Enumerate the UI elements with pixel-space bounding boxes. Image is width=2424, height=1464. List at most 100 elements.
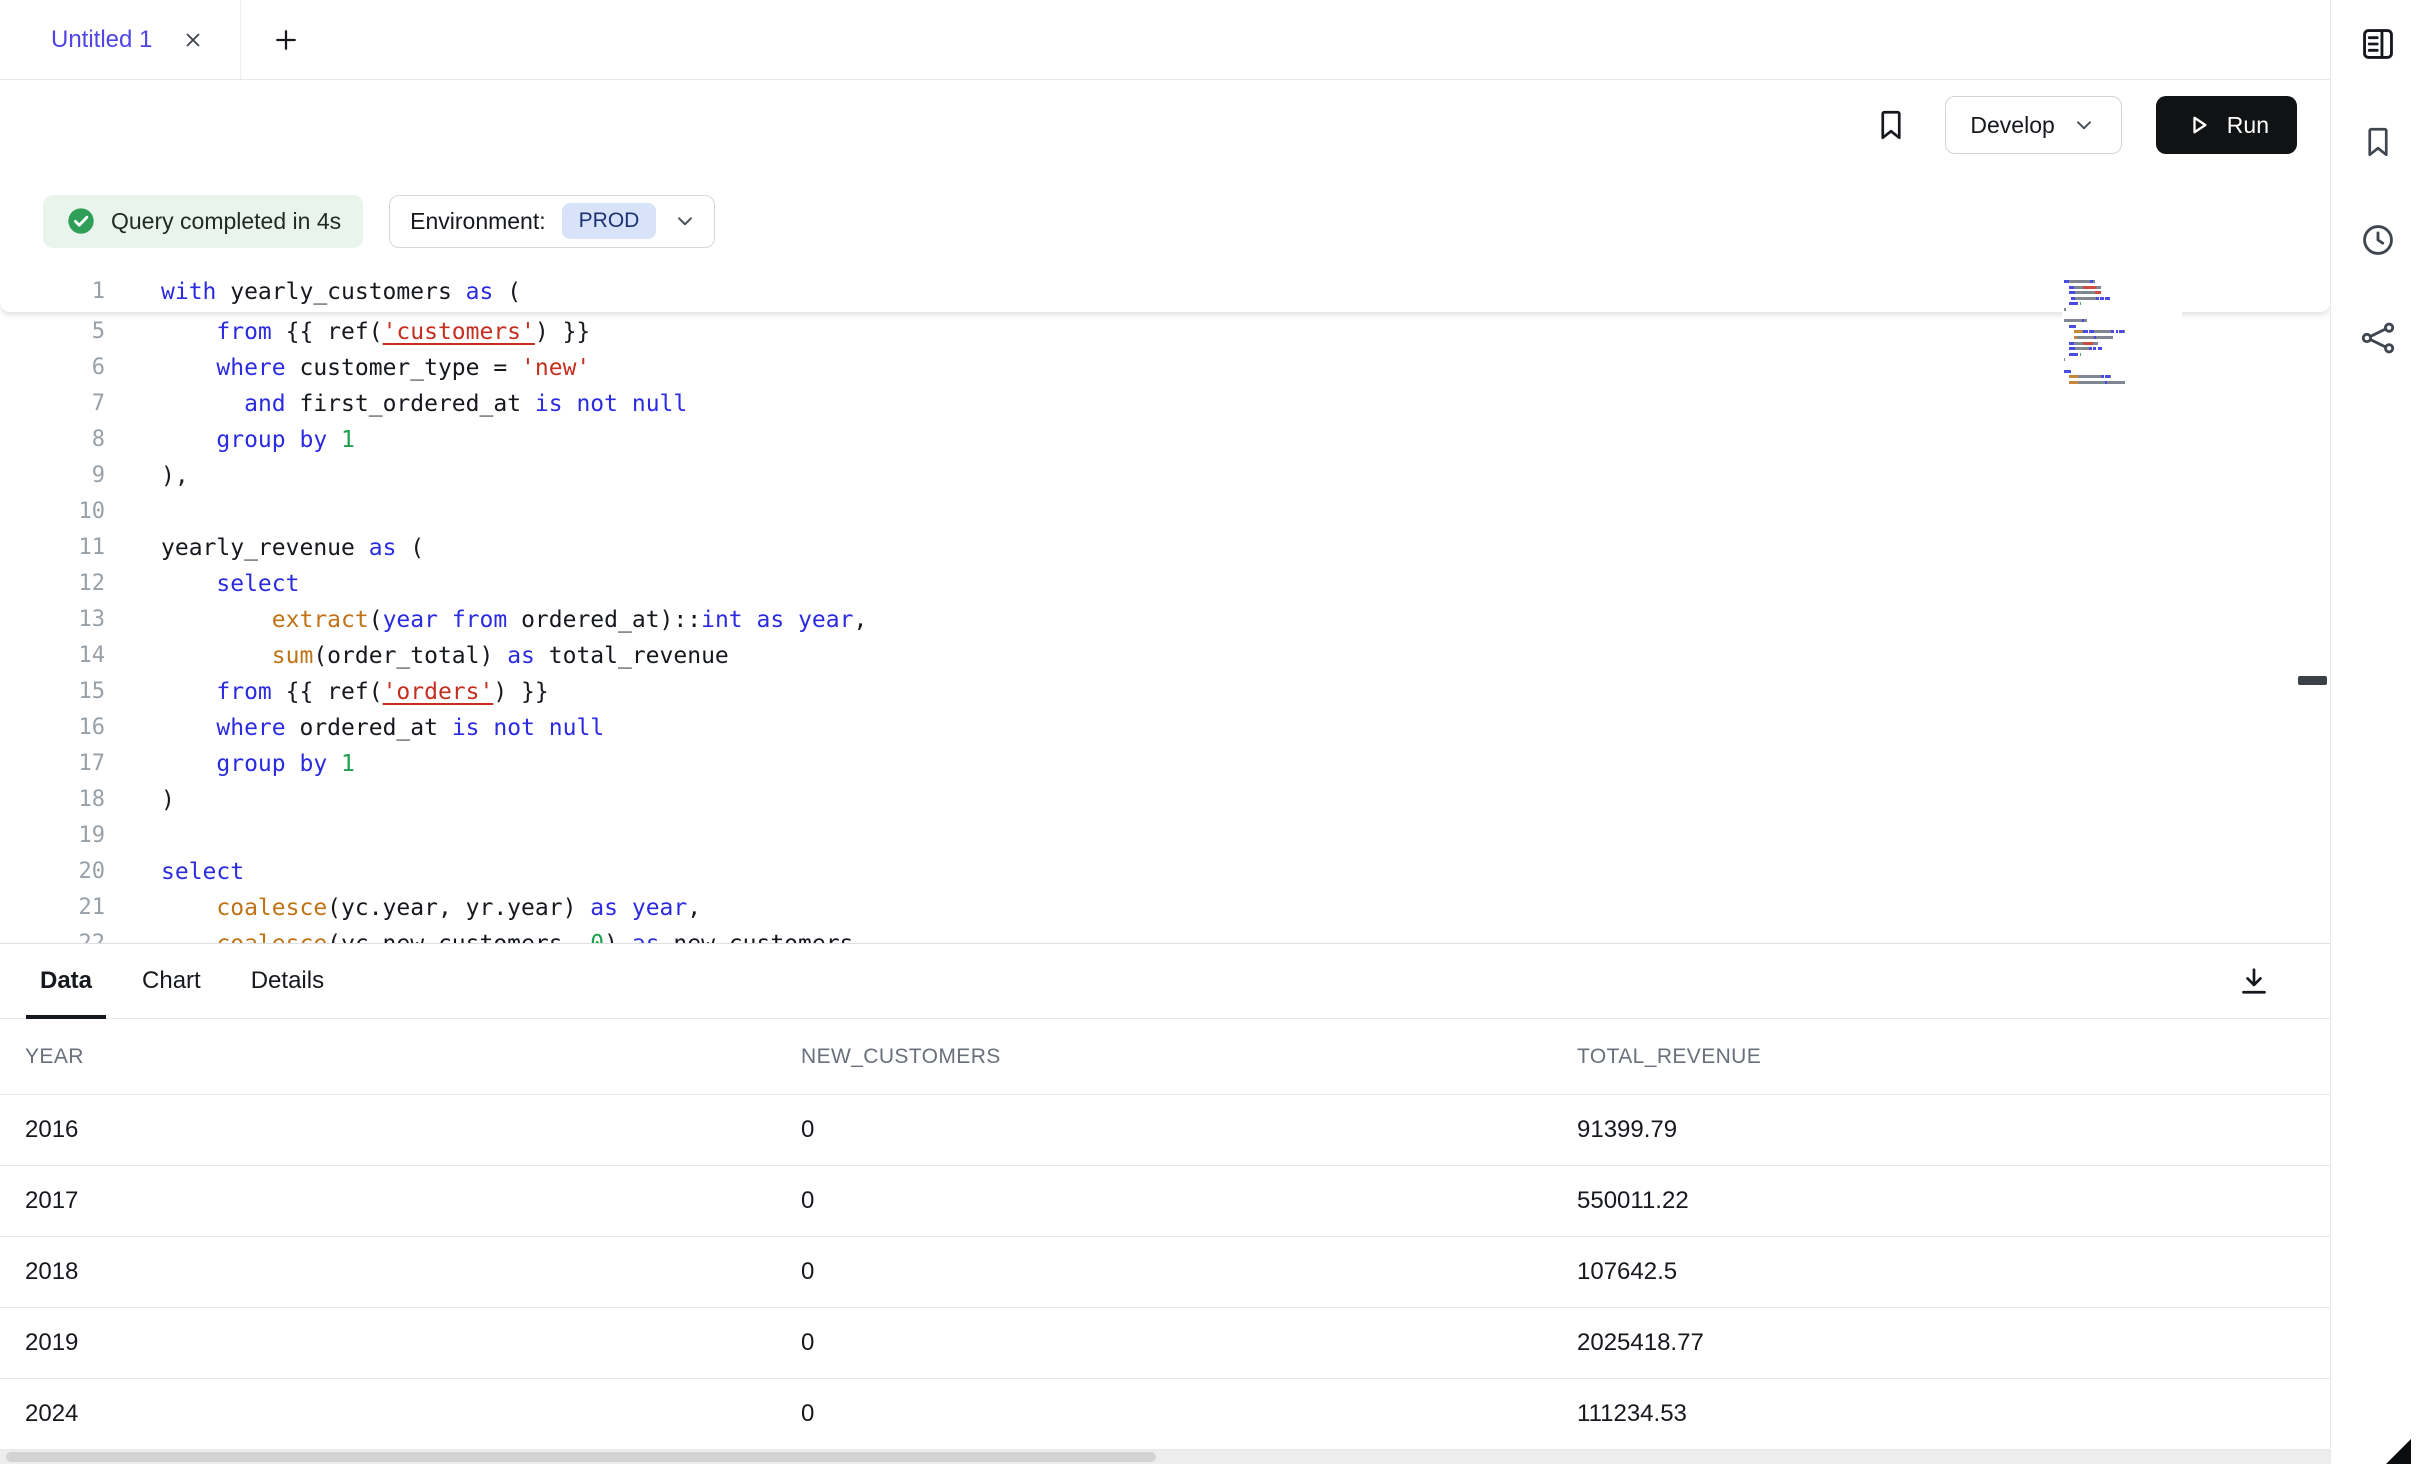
code-line[interactable]: 8 group by 1 xyxy=(0,422,2330,458)
code-text: from {{ ref('orders') }} xyxy=(105,674,549,710)
horizontal-scrollbar[interactable] xyxy=(0,1450,2330,1464)
line-number: 16 xyxy=(0,710,105,746)
minimap-line xyxy=(2064,325,2180,328)
code-line[interactable]: 10 xyxy=(0,494,2330,530)
tab-data[interactable]: Data xyxy=(40,944,92,1018)
code-line[interactable]: 18) xyxy=(0,782,2330,818)
close-icon[interactable] xyxy=(178,25,208,55)
history-clock-icon[interactable] xyxy=(2358,220,2398,260)
bookmark-icon[interactable] xyxy=(2358,122,2398,162)
code-line[interactable]: 11yearly_revenue as ( xyxy=(0,530,2330,566)
minimap-line xyxy=(2064,314,2180,317)
line-number: 1 xyxy=(0,274,105,310)
table-row: 20170550011.22 xyxy=(0,1166,2330,1237)
tab-chart[interactable]: Chart xyxy=(142,944,201,1018)
environment-label: Environment: xyxy=(410,208,546,235)
code-text: and first_ordered_at is not null xyxy=(105,386,687,422)
horizontal-scrollbar-thumb[interactable] xyxy=(6,1452,1156,1462)
code-line[interactable]: 7 and first_ordered_at is not null xyxy=(0,386,2330,422)
ref-link[interactable]: 'orders' xyxy=(383,679,494,705)
code-line[interactable]: 1with yearly_customers as ( xyxy=(0,274,2330,310)
line-number: 18 xyxy=(0,782,105,818)
table-body: 2016091399.7920170550011.2220180107642.5… xyxy=(0,1095,2330,1450)
minimap-line xyxy=(2064,297,2180,300)
minimap-line xyxy=(2064,286,2180,289)
line-number: 9 xyxy=(0,458,105,494)
table-row: 2016091399.79 xyxy=(0,1095,2330,1166)
code-line[interactable]: 13 extract(year from ordered_at)::int as… xyxy=(0,602,2330,638)
code-text: from {{ ref('customers') }} xyxy=(105,314,590,350)
tab-label: Untitled 1 xyxy=(51,26,152,54)
bookmark-icon[interactable] xyxy=(1871,105,1911,145)
code-line[interactable]: 20select xyxy=(0,854,2330,890)
editor-toolbar: Develop Run xyxy=(0,80,2330,170)
results-tabs: Data Chart Details xyxy=(0,944,2330,1019)
tab-bar: Untitled 1 xyxy=(0,0,2330,80)
develop-dropdown[interactable]: Develop xyxy=(1945,96,2121,154)
code-area[interactable]: 5 from {{ ref('customers') }}6 where cus… xyxy=(0,312,2330,943)
minimap-line xyxy=(2064,308,2180,311)
lineage-graph-icon[interactable] xyxy=(2358,318,2398,358)
line-number: 12 xyxy=(0,566,105,602)
editor-panel-icon[interactable] xyxy=(2358,24,2398,64)
minimap-line xyxy=(2064,353,2180,356)
new-tab-button[interactable] xyxy=(267,21,305,59)
line-number: 21 xyxy=(0,890,105,926)
table-cell: 2024 xyxy=(0,1400,776,1428)
line-number: 19 xyxy=(0,818,105,854)
column-header: TOTAL_REVENUE xyxy=(1552,1045,2330,1069)
minimap-line xyxy=(2064,302,2180,305)
resize-corner-icon xyxy=(2386,1439,2411,1464)
tab-untitled-1[interactable]: Untitled 1 xyxy=(0,0,241,79)
code-line[interactable]: 17 group by 1 xyxy=(0,746,2330,782)
run-label: Run xyxy=(2227,112,2269,139)
line-number: 6 xyxy=(0,350,105,386)
code-line[interactable]: 9), xyxy=(0,458,2330,494)
minimap-line xyxy=(2064,347,2180,350)
table-cell: 2017 xyxy=(0,1187,776,1215)
results-panel: DataChartDetails YEARNEW_CUSTOMERSTOTAL_… xyxy=(0,943,2330,1464)
code-text xyxy=(105,494,161,530)
chevron-down-icon xyxy=(2071,112,2097,138)
main-panel: Untitled 1 Develop Run xyxy=(0,0,2330,1464)
minimap-line xyxy=(2064,330,2180,333)
code-line[interactable]: 21 coalesce(yc.year, yr.year) as year, xyxy=(0,890,2330,926)
download-icon[interactable] xyxy=(2234,961,2274,1001)
status-row: Query completed in 4s Environment: PROD xyxy=(0,170,2330,272)
column-header: NEW_CUSTOMERS xyxy=(776,1045,1552,1069)
line-number: 17 xyxy=(0,746,105,782)
develop-label: Develop xyxy=(1970,112,2054,139)
minimap-line xyxy=(2064,364,2180,367)
ref-link[interactable]: 'customers' xyxy=(383,319,535,345)
code-text: select xyxy=(105,566,299,602)
query-status-text: Query completed in 4s xyxy=(111,208,341,235)
tab-details[interactable]: Details xyxy=(251,944,324,1018)
code-line[interactable]: 19 xyxy=(0,818,2330,854)
table-cell: 91399.79 xyxy=(1552,1116,2330,1144)
sticky-scope-line[interactable]: 1with yearly_customers as ( xyxy=(0,272,2330,312)
code-line[interactable]: 6 where customer_type = 'new' xyxy=(0,350,2330,386)
minimap-line xyxy=(2064,358,2180,361)
environment-value-badge: PROD xyxy=(562,203,657,239)
minimap-line xyxy=(2064,336,2180,339)
table-cell: 0 xyxy=(776,1116,1552,1144)
table-cell: 2019 xyxy=(0,1329,776,1357)
code-line[interactable]: 15 from {{ ref('orders') }} xyxy=(0,674,2330,710)
code-line[interactable]: 5 from {{ ref('customers') }} xyxy=(0,314,2330,350)
run-button[interactable]: Run xyxy=(2156,96,2297,154)
code-text xyxy=(105,818,161,854)
minimap-line xyxy=(2064,342,2180,345)
code-line[interactable]: 14 sum(order_total) as total_revenue xyxy=(0,638,2330,674)
code-line[interactable]: 22 coalesce(yc.new_customers, 0) as new_… xyxy=(0,926,2330,943)
environment-selector[interactable]: Environment: PROD xyxy=(389,195,715,248)
code-text: ), xyxy=(105,458,189,494)
sql-editor[interactable]: 1with yearly_customers as ( 5 from {{ re… xyxy=(0,272,2330,943)
code-line[interactable]: 12 select xyxy=(0,566,2330,602)
code-line[interactable]: 16 where ordered_at is not null xyxy=(0,710,2330,746)
editor-minimap[interactable] xyxy=(2062,276,2182,390)
line-number: 15 xyxy=(0,674,105,710)
editor-scrollbar-thumb[interactable] xyxy=(2298,676,2327,685)
table-cell: 2018 xyxy=(0,1258,776,1286)
line-number: 7 xyxy=(0,386,105,422)
code-text: coalesce(yc.year, yr.year) as year, xyxy=(105,890,701,926)
